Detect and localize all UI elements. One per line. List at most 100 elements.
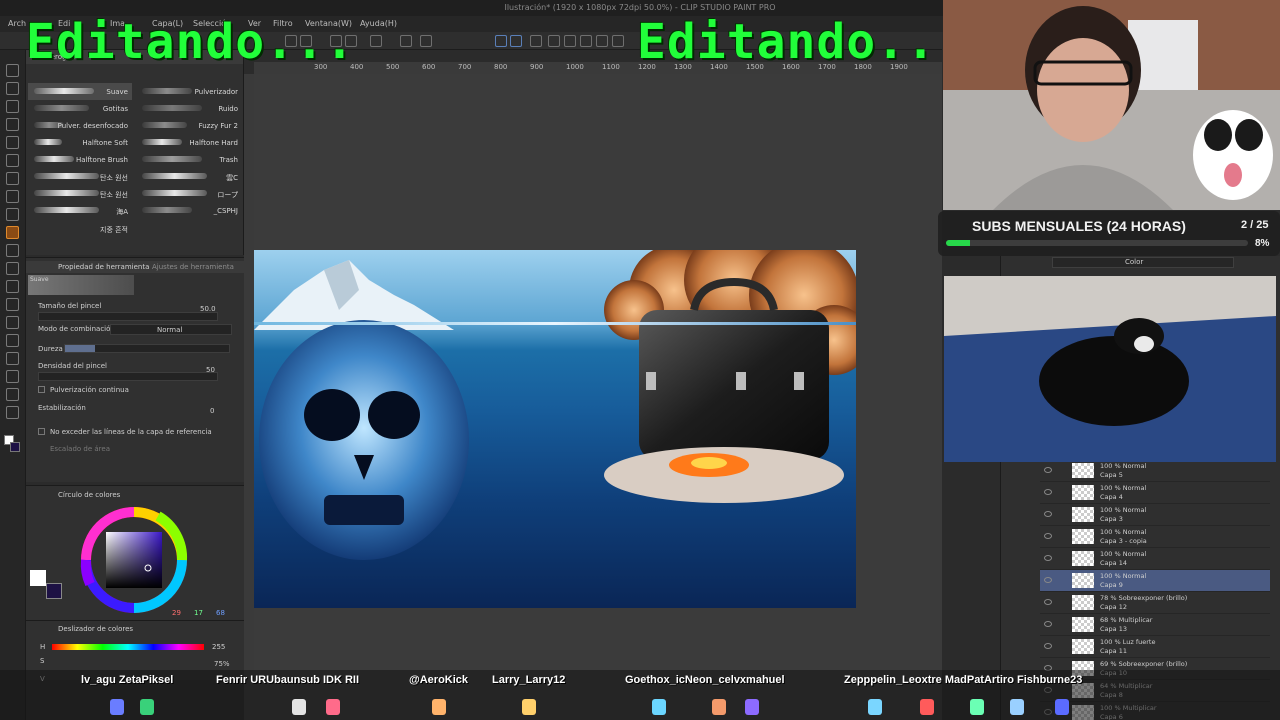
layer-row[interactable]: 100 % Normal Capa 3 - copia bbox=[1040, 526, 1270, 548]
brush-item-label: 탄소 원선 bbox=[100, 191, 128, 199]
subs-goal-progress-fill bbox=[946, 240, 971, 246]
brush-item[interactable]: 雲C bbox=[136, 168, 242, 185]
layer-row[interactable]: 100 % Normal Capa 3 bbox=[1040, 504, 1270, 526]
text-tool-icon[interactable] bbox=[6, 370, 19, 383]
layer-visibility-icon[interactable] bbox=[1044, 467, 1052, 473]
layer-visibility-icon[interactable] bbox=[1044, 489, 1052, 495]
layer-row[interactable]: 68 % Multiplicar Capa 13 bbox=[1040, 614, 1270, 636]
ruler-tick: 700 bbox=[458, 63, 472, 71]
tool-property-header: Propiedad de herramienta Ajustes de herr… bbox=[26, 261, 244, 273]
fill-tool-icon[interactable] bbox=[6, 298, 19, 311]
hand-tool-icon[interactable] bbox=[6, 82, 19, 95]
clear-icon[interactable] bbox=[420, 35, 432, 47]
transform-icon[interactable] bbox=[400, 35, 412, 47]
selection-icon[interactable] bbox=[495, 35, 507, 47]
tool-settings-tab[interactable]: Ajustes de herramienta bbox=[152, 263, 234, 271]
frame-tool-icon[interactable] bbox=[6, 352, 19, 365]
brush-item[interactable]: Halftone Soft bbox=[28, 134, 132, 151]
pen-icon[interactable] bbox=[530, 35, 542, 47]
layer-row[interactable]: 100 % Normal Capa 9 bbox=[1040, 570, 1270, 592]
brush-item[interactable]: Halftone Brush bbox=[28, 151, 132, 168]
chat-avatar bbox=[110, 699, 124, 715]
eyedropper-tool-icon[interactable] bbox=[6, 172, 19, 185]
lasso-tool-icon[interactable] bbox=[6, 136, 19, 149]
brush-item[interactable]: Ruido bbox=[136, 100, 242, 117]
layer-name: Capa 3 - copia bbox=[1100, 537, 1147, 545]
subs-goal-title: SUBS MENSUALES (24 HORAS) bbox=[972, 218, 1186, 234]
brush-item[interactable]: Trash bbox=[136, 151, 242, 168]
tool-property-title[interactable]: Propiedad de herramienta bbox=[58, 263, 149, 271]
continuous-spray-checkbox[interactable] bbox=[38, 386, 45, 393]
color-wheel-title[interactable]: Círculo de colores bbox=[58, 491, 120, 499]
layer-visibility-icon[interactable] bbox=[1044, 599, 1052, 605]
layer-row[interactable]: 100 % Normal Capa 4 bbox=[1040, 482, 1270, 504]
brush-item[interactable]: Fuzzy Fur 2 bbox=[136, 117, 242, 134]
grid-icon[interactable] bbox=[612, 35, 624, 47]
brush-size-slider[interactable] bbox=[38, 312, 218, 321]
eraser-tool-icon[interactable] bbox=[6, 262, 19, 275]
sub-color-swatch[interactable] bbox=[10, 442, 20, 452]
color-slider-title[interactable]: Deslizador de colores bbox=[58, 625, 133, 633]
layer-visibility-icon[interactable] bbox=[1044, 621, 1052, 627]
layer-visibility-icon[interactable] bbox=[1044, 511, 1052, 517]
reference-layer-checkbox[interactable] bbox=[38, 428, 45, 435]
brush-item[interactable]: 탄소 원선 bbox=[28, 168, 132, 185]
brush-item[interactable]: 지중 흔적 bbox=[28, 220, 132, 237]
wand-tool-icon[interactable] bbox=[6, 154, 19, 167]
menu-help[interactable]: Ayuda(H) bbox=[360, 19, 397, 28]
brush-tool-icon[interactable] bbox=[6, 244, 19, 257]
brush-item[interactable]: Gotitas bbox=[28, 100, 132, 117]
layer-row[interactable]: 100 % Normal Capa 5 bbox=[1040, 460, 1270, 482]
pen-tool-icon[interactable] bbox=[6, 190, 19, 203]
layer-visibility-icon[interactable] bbox=[1044, 533, 1052, 539]
brush-icon[interactable] bbox=[596, 35, 608, 47]
brush-item[interactable]: 탄소 원선 bbox=[28, 185, 132, 202]
layer-name: Capa 4 bbox=[1100, 493, 1123, 501]
gradient-tool-icon[interactable] bbox=[6, 316, 19, 329]
menu-file[interactable]: Arch bbox=[8, 19, 26, 28]
sub-color-chip[interactable] bbox=[46, 583, 62, 599]
artwork-illustration bbox=[254, 250, 856, 560]
pencil-tool-icon[interactable] bbox=[6, 208, 19, 221]
figure-tool-icon[interactable] bbox=[6, 334, 19, 347]
color-dropdown[interactable]: Color bbox=[1052, 257, 1234, 268]
move-tool-icon[interactable] bbox=[6, 100, 19, 113]
expand-icon[interactable] bbox=[564, 35, 576, 47]
artwork-canvas[interactable] bbox=[254, 250, 856, 608]
layer-visibility-icon[interactable] bbox=[1044, 577, 1052, 583]
zoom-icon[interactable] bbox=[580, 35, 592, 47]
brush-item[interactable]: 海A bbox=[28, 202, 132, 219]
loading-icon[interactable] bbox=[370, 35, 382, 47]
hue-slider[interactable] bbox=[52, 644, 204, 650]
hardness-slider[interactable] bbox=[64, 344, 230, 353]
layer-blend-mode: 100 % Normal bbox=[1100, 550, 1147, 558]
blend-tool-icon[interactable] bbox=[6, 280, 19, 293]
zoom-tool-icon[interactable] bbox=[6, 64, 19, 77]
brush-item-selected[interactable]: Suave bbox=[28, 83, 132, 100]
color-wheel[interactable] bbox=[78, 504, 190, 616]
layer-row[interactable]: 100 % Normal Capa 14 bbox=[1040, 548, 1270, 570]
layer-row[interactable]: 100 % Luz fuerte Capa 11 bbox=[1040, 636, 1270, 658]
ruler-tick: 1100 bbox=[602, 63, 620, 71]
editing-overlay-left: Editando... bbox=[26, 14, 355, 70]
main-color-chip[interactable] bbox=[30, 570, 46, 586]
balloon-tool-icon[interactable] bbox=[6, 388, 19, 401]
layer-visibility-icon[interactable] bbox=[1044, 555, 1052, 561]
layer-visibility-icon[interactable] bbox=[1044, 643, 1052, 649]
continuous-spray-label: Pulverización continua bbox=[50, 386, 129, 394]
layer-thumbnail bbox=[1072, 573, 1094, 588]
brush-item[interactable]: Pulverizador bbox=[136, 83, 242, 100]
layer-row[interactable]: 78 % Sobreexponer (brillo) Capa 12 bbox=[1040, 592, 1270, 614]
select-tool-icon[interactable] bbox=[6, 118, 19, 131]
brush-item[interactable]: Halftone Hard bbox=[136, 134, 242, 151]
blend-mode-dropdown[interactable]: Normal bbox=[110, 324, 232, 335]
lasso-icon[interactable] bbox=[510, 35, 522, 47]
brush-item-label: Halftone Hard bbox=[189, 139, 238, 147]
airbrush-tool-icon[interactable] bbox=[6, 226, 19, 239]
brush-item[interactable]: _CSPHJ bbox=[136, 202, 242, 219]
brush-item[interactable]: ロープ bbox=[136, 185, 242, 202]
density-slider[interactable] bbox=[38, 372, 218, 381]
crop-icon[interactable] bbox=[548, 35, 560, 47]
brush-item[interactable]: Pulver. desenfocado bbox=[28, 117, 132, 134]
ruler-tool-icon[interactable] bbox=[6, 406, 19, 419]
